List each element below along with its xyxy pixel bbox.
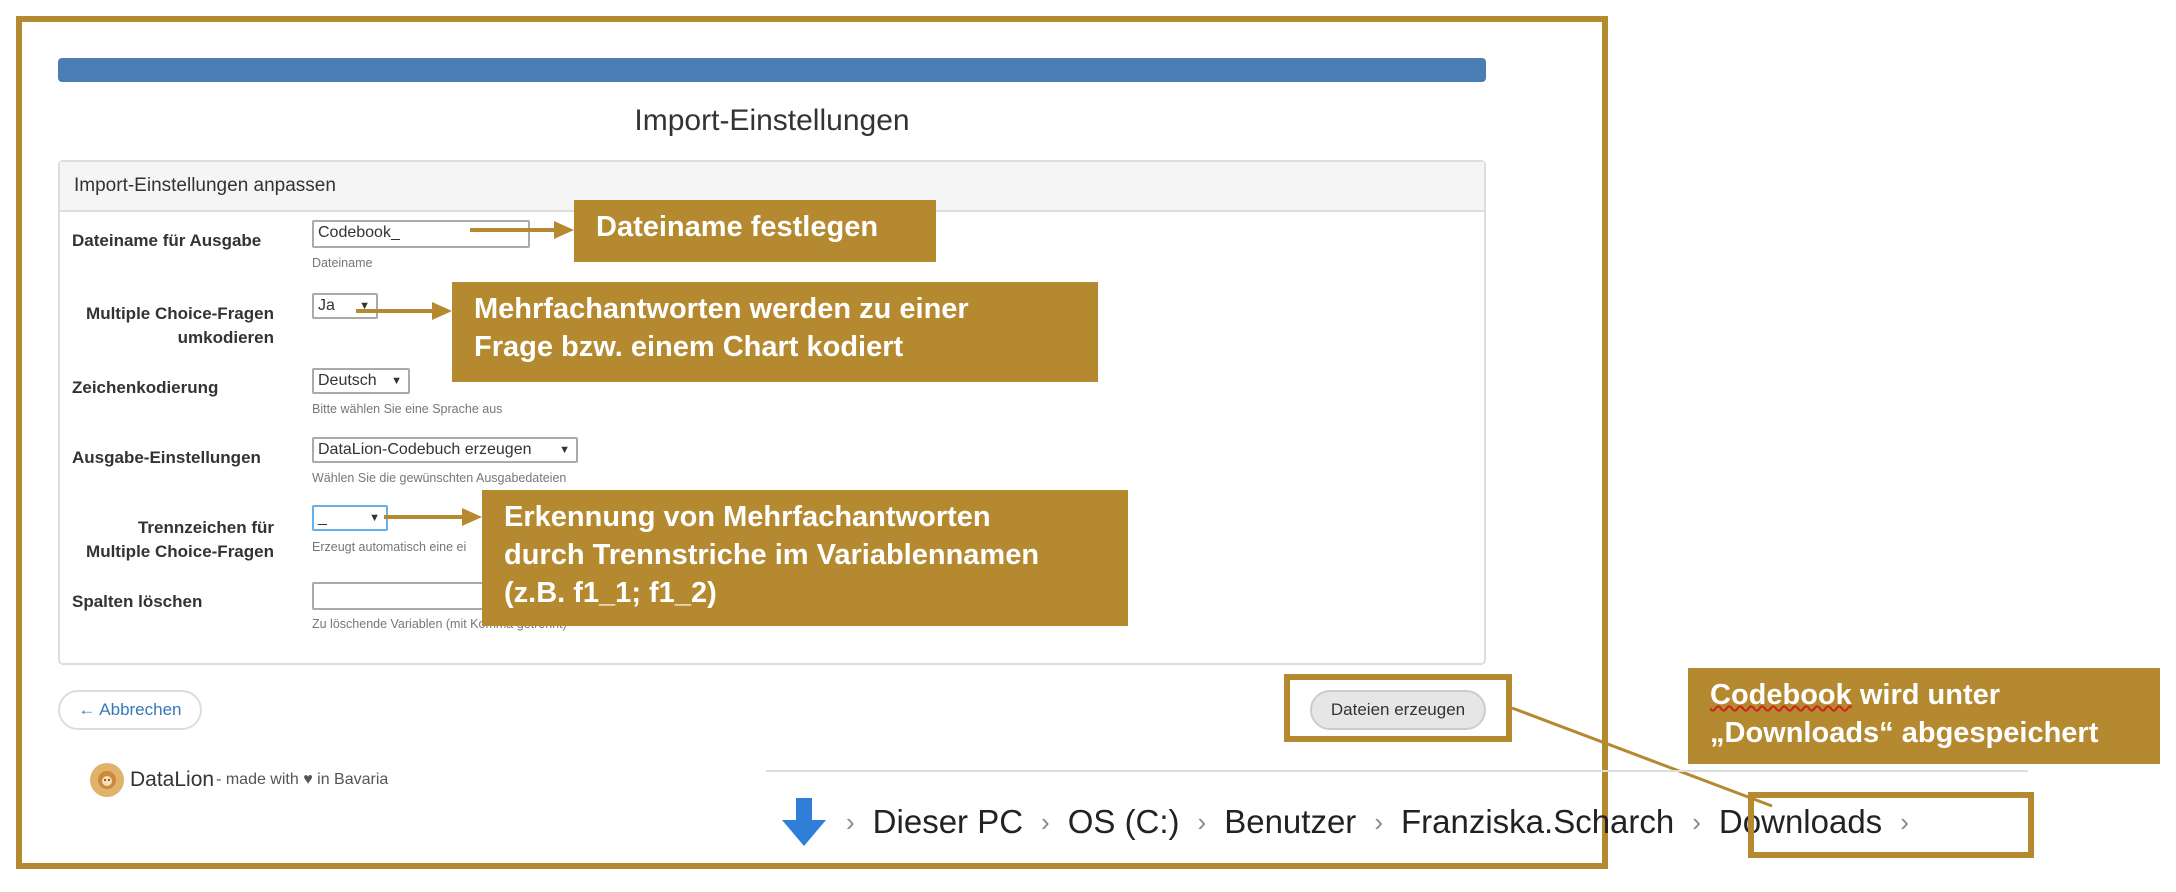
crumb-os-c[interactable]: OS (C:): [1068, 803, 1180, 841]
chevron-right-icon: ›: [1041, 806, 1050, 837]
down-arrow-icon: [780, 796, 828, 848]
downloads-highlight: [1748, 792, 2034, 858]
crumb-user[interactable]: Franziska.Scharch: [1401, 803, 1674, 841]
chevron-right-icon: ›: [1374, 806, 1383, 837]
arrow-filename-head: [554, 221, 574, 239]
chevron-right-icon: ›: [1197, 806, 1207, 837]
crumb-benutzer[interactable]: Benutzer: [1224, 803, 1356, 841]
arrow-separator-head: [462, 508, 482, 526]
explorer-divider: [766, 770, 2028, 772]
arrow-multiple-head: [432, 302, 452, 320]
connector-arrows: [356, 221, 1773, 808]
chevron-right-icon: ›: [846, 806, 855, 837]
chevron-right-icon: ›: [1692, 806, 1701, 837]
crumb-dieser-pc[interactable]: Dieser PC: [873, 803, 1023, 841]
